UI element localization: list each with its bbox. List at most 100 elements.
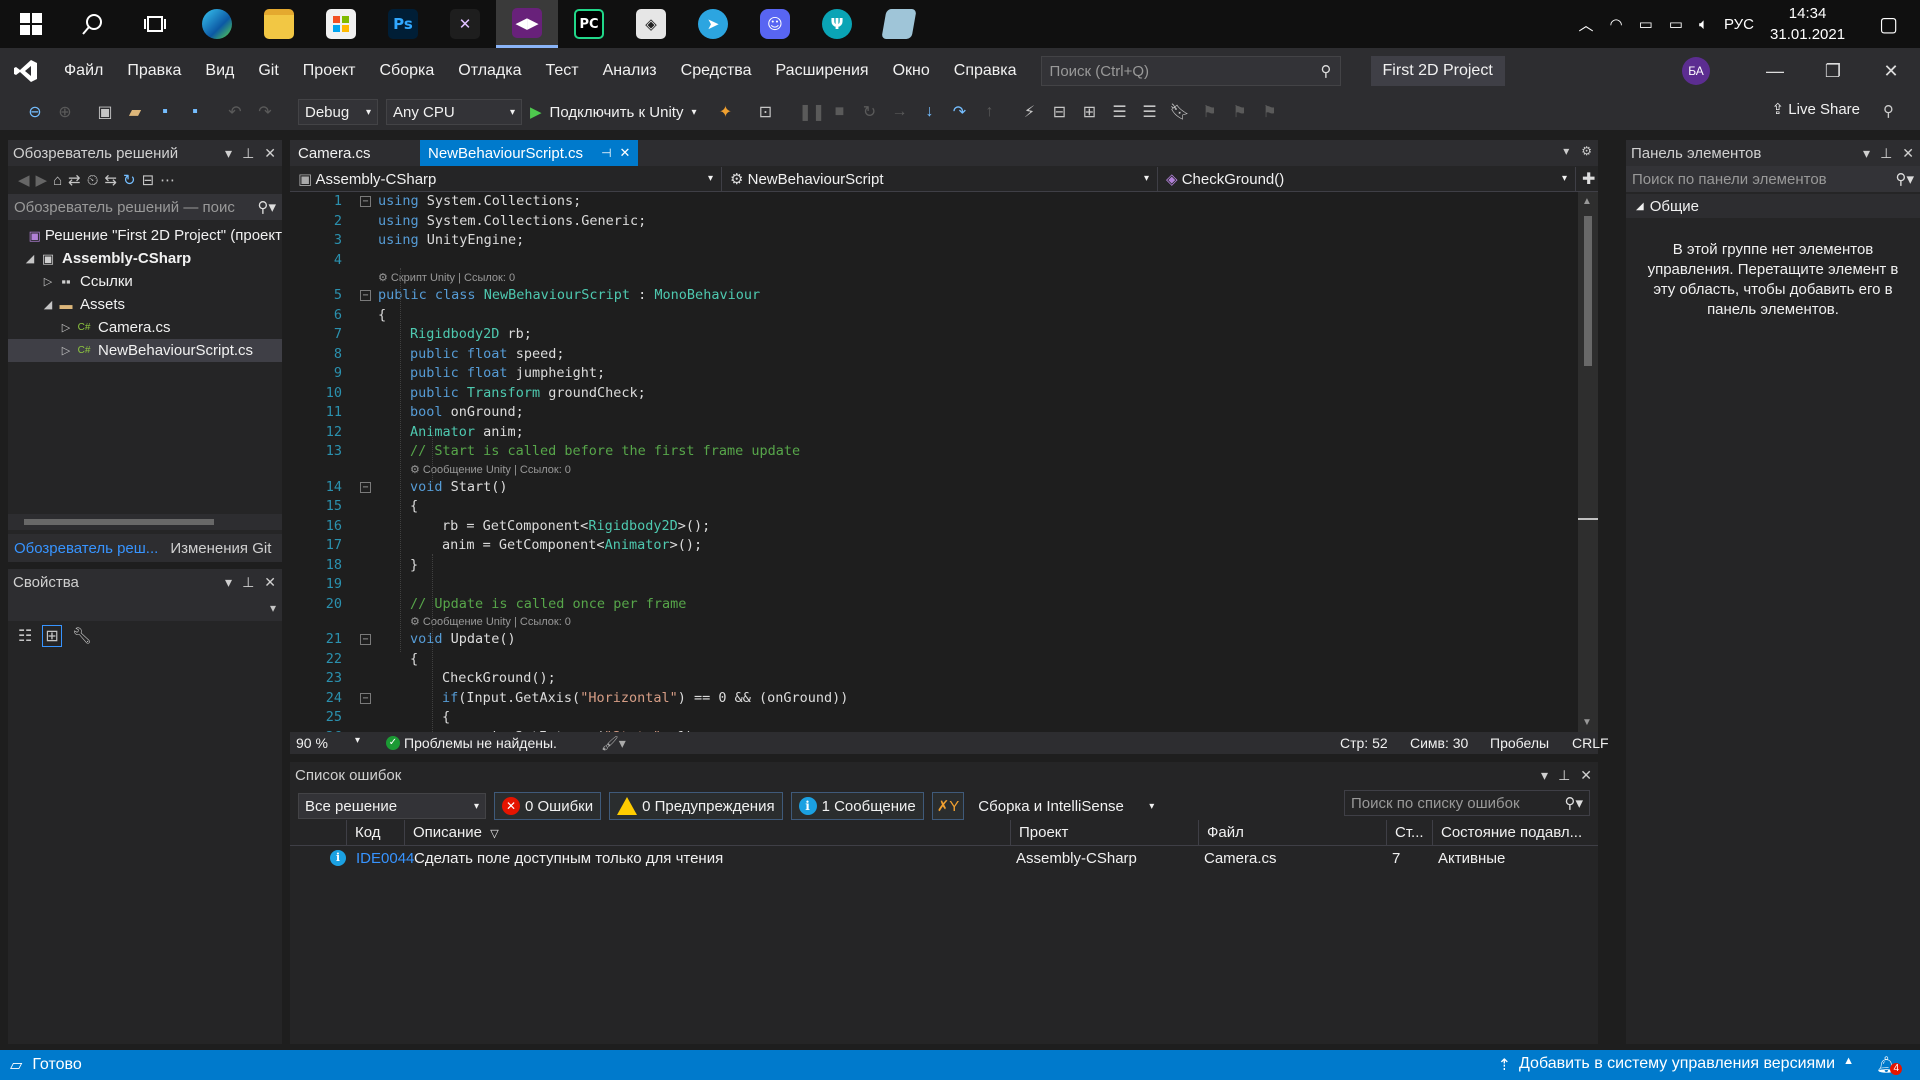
dropdown-icon[interactable]: ▾ [225, 145, 232, 162]
back-icon[interactable]: ◀ [18, 171, 30, 189]
tree-item[interactable]: ◢ ▬ Assets [8, 293, 282, 316]
next-bookmark-icon[interactable]: ⚑ [1228, 102, 1250, 122]
tab-dropdown-icon[interactable]: ▾ [1563, 144, 1569, 158]
undo-icon[interactable]: ↶ [224, 102, 246, 122]
global-search-input[interactable]: Поиск (Ctrl+Q) ⚲ [1040, 56, 1341, 86]
clear-filter-button[interactable]: ✗Y [931, 792, 965, 820]
menu-item[interactable]: Проект [291, 62, 368, 80]
menu-item[interactable]: Справка [942, 62, 1029, 80]
code-line[interactable]: anim = GetComponent<Animator>(); [442, 536, 702, 555]
class-select[interactable]: ⚙ NewBehaviourScript ▾ [722, 166, 1158, 191]
close-icon[interactable]: ✕ [1862, 61, 1920, 82]
visual-studio-icon[interactable]: ◀▶ [496, 0, 558, 48]
menu-item[interactable]: Git [246, 62, 290, 80]
project-select[interactable]: ▣ Assembly-CSharp ▾ [290, 166, 722, 191]
solution-config-select[interactable]: Debug ▾ [298, 99, 378, 125]
toolbox-group-general[interactable]: ◢ Общие [1626, 194, 1920, 218]
tree-item[interactable]: ▷ C# NewBehaviourScript.cs [8, 339, 282, 362]
hot-reload-icon[interactable]: ⚡ [1018, 102, 1040, 122]
categorized-icon[interactable]: ☷ [18, 626, 32, 646]
code-line[interactable]: public float speed; [410, 345, 564, 364]
table-row[interactable]: i IDE0044 Сделать поле доступным только … [290, 846, 1598, 872]
expanded-icon[interactable]: ◢ [22, 252, 38, 265]
expanded-icon[interactable]: ◢ [40, 298, 56, 311]
platform-select[interactable]: Any CPU ▾ [386, 99, 522, 125]
pin-icon[interactable]: ⊣ [601, 146, 611, 160]
pin-icon[interactable]: ⊥ [1880, 145, 1892, 162]
minimize-icon[interactable]: — [1746, 61, 1804, 82]
code-line[interactable]: void Start() [410, 478, 508, 497]
tree-item[interactable]: ▣ Решение "First 2D Project" (проект [8, 224, 282, 247]
back-icon[interactable]: ⊖ [24, 102, 46, 122]
code-line[interactable]: // Start is called before the first fram… [410, 442, 800, 461]
code-line[interactable]: Animator anim; [410, 423, 524, 442]
redo-icon[interactable]: ↷ [254, 102, 276, 122]
chevron-down-icon[interactable]: ▾ [691, 107, 696, 118]
store-icon[interactable] [310, 0, 372, 48]
restart-icon[interactable]: ↻ [858, 102, 880, 122]
pin-icon[interactable]: ⚲ [1883, 102, 1894, 120]
scrollbar-thumb[interactable] [1584, 216, 1592, 366]
pause-icon[interactable]: ❚❚ [798, 102, 825, 122]
align-icon[interactable]: ⊟ [1048, 102, 1070, 122]
gear-icon[interactable]: ⚙ [1581, 144, 1592, 158]
sync-icon[interactable]: ⇆ [104, 171, 117, 189]
cursor-line[interactable]: Стр: 52 [1340, 735, 1388, 751]
tree-item[interactable]: ▷ ▪▪ Ссылки [8, 270, 282, 293]
collapse-region-icon[interactable]: − [360, 290, 371, 301]
wrench-icon[interactable]: 🔧︎ [72, 626, 92, 646]
code-line[interactable]: { [410, 650, 418, 669]
live-share-button[interactable]: ⇪ Live Share [1772, 100, 1860, 118]
battery-icon[interactable]: ▭ [1669, 15, 1683, 33]
tab-camera-cs[interactable]: Camera.cs [290, 140, 420, 166]
collapse-region-icon[interactable]: − [360, 634, 371, 645]
member-select[interactable]: ◈ CheckGround() ▾ [1158, 166, 1576, 191]
alphabetical-icon[interactable]: ⊞ [42, 625, 62, 647]
collapsed-icon[interactable]: ▷ [58, 344, 74, 357]
attach-unity-button[interactable]: Подключить к Unity [550, 104, 684, 121]
step-over-icon[interactable]: ↷ [948, 102, 970, 122]
code-line[interactable]: public class NewBehaviourScript : MonoBe… [378, 286, 760, 305]
wifi-icon[interactable]: ◠ [1609, 15, 1622, 33]
close-icon[interactable]: ✕ [1902, 145, 1914, 162]
code-line[interactable]: void Update() [410, 630, 516, 649]
solution-search-input[interactable]: Обозреватель решений — поис ⚲▾ [8, 194, 282, 220]
code-line[interactable]: bool onGround; [410, 403, 524, 422]
clear-bookmarks-icon[interactable]: ⚑ [1258, 102, 1280, 122]
unity-hub-icon[interactable]: ✕ [434, 0, 496, 48]
code-line[interactable]: using System.Collections.Generic; [378, 212, 646, 231]
close-icon[interactable]: ✕ [1580, 767, 1592, 784]
menu-item[interactable]: Тест [534, 62, 591, 80]
close-icon[interactable]: ✕ [620, 145, 631, 161]
file-explorer-icon[interactable] [248, 0, 310, 48]
edge-icon[interactable] [186, 0, 248, 48]
code-area[interactable]: using System.Collections; using System.Co… [378, 192, 1562, 732]
save-icon[interactable]: ▪ [154, 103, 176, 121]
indent-mode[interactable]: Пробелы [1490, 735, 1549, 751]
errors-filter-button[interactable]: ✕ 0 Ошибки [494, 792, 602, 820]
step-out-icon[interactable]: ↑ [978, 103, 1000, 121]
layout-icon[interactable]: ⊞ [1078, 102, 1100, 122]
prev-bookmark-icon[interactable]: ⚑ [1198, 102, 1220, 122]
clock[interactable]: 14:34 31.01.2021 [1770, 3, 1845, 45]
collapse-region-icon[interactable]: − [360, 692, 371, 704]
brush-icon[interactable]: 🖌︎▾ [601, 735, 626, 752]
dropdown-icon[interactable]: ▾ [1863, 145, 1870, 162]
scope-select[interactable]: Все решение ▾ [298, 793, 486, 819]
codelens-references[interactable]: ⚙ Скрипт Unity | Ссылок: 0 [378, 271, 515, 286]
column-header-suppression[interactable]: Состояние подавл... [1432, 819, 1582, 846]
collapse-region-icon[interactable]: − [360, 481, 371, 493]
windows-start-icon[interactable] [0, 0, 62, 48]
step-into-icon[interactable]: ↓ [918, 103, 940, 121]
fire-icon[interactable]: ✦ [714, 102, 736, 122]
switch-views-icon[interactable]: ⇄ [68, 171, 81, 189]
warnings-filter-button[interactable]: 0 Предупреждения [609, 792, 783, 820]
line-endings[interactable]: CRLF [1572, 735, 1609, 751]
pin-icon[interactable]: ⊥ [242, 145, 254, 162]
forward-icon[interactable]: ▶ [36, 171, 48, 189]
save-all-icon[interactable]: ▪ [184, 103, 206, 121]
horizontal-scrollbar[interactable] [8, 514, 282, 530]
volume-icon[interactable]: 🔈︎ [1699, 16, 1708, 33]
collapse-all-icon[interactable]: ⊟ [142, 171, 155, 189]
code-line[interactable]: // Update is called once per frame [410, 595, 686, 614]
